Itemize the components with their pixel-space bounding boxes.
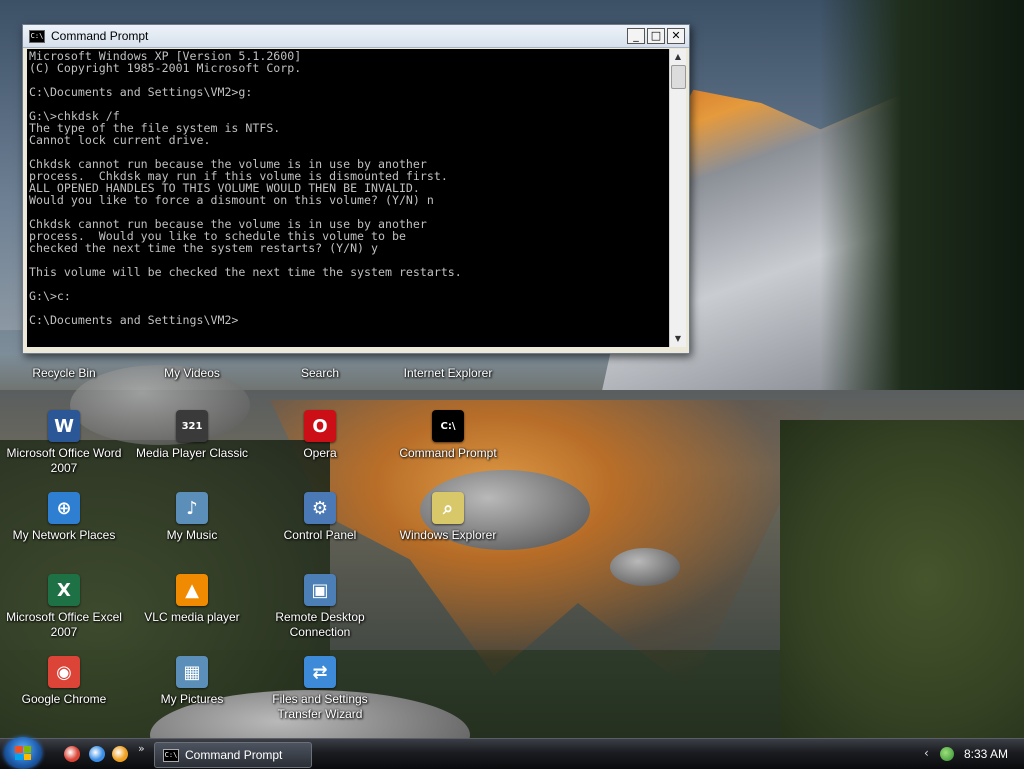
wallpaper-forest (820, 0, 1024, 420)
network-status-icon[interactable] (940, 747, 954, 761)
desktop-icon-my-pictures[interactable]: ▦ My Pictures (128, 656, 256, 707)
windows-logo-icon (15, 746, 31, 760)
recycle-bin-label[interactable]: Recycle Bin (0, 366, 128, 381)
desktop-icon-label: My Music (166, 528, 218, 542)
taskbar-item-label: Command Prompt (185, 748, 283, 762)
system-tray: ‹ 8:33 AM (920, 739, 1024, 769)
desktop-icon-label: Google Chrome (21, 692, 107, 706)
desktop-icon-windows-explorer[interactable]: ⌕ Windows Explorer (384, 492, 512, 543)
command-prompt-icon: C:\ (432, 410, 464, 442)
desktop-icon-label: Microsoft Office Excel 2007 (6, 610, 122, 639)
my-videos-label[interactable]: My Videos (128, 366, 256, 381)
start-button[interactable] (4, 737, 42, 769)
desktop-icon-label: Control Panel (283, 528, 357, 542)
chrome-quicklaunch-icon[interactable] (64, 746, 80, 762)
desktop-icon-label: Microsoft Office Word 2007 (6, 446, 122, 475)
desktop-icon-label: Remote Desktop Connection (275, 610, 365, 639)
ie-quicklaunch-icon[interactable] (89, 746, 105, 762)
vlc-icon: ▲ (176, 574, 208, 606)
taskbar-item-command-prompt[interactable]: C:\ Command Prompt (154, 742, 312, 768)
desktop-icon-google-chrome[interactable]: ◉ Google Chrome (0, 656, 128, 707)
desktop-icon-label: Command Prompt (399, 446, 497, 460)
wallpaper-rock (610, 548, 680, 586)
desktop-icon-label: Files and Settings Transfer Wizard (272, 692, 368, 721)
scroll-thumb[interactable] (671, 65, 686, 89)
control-panel-icon: ⚙ (304, 492, 336, 524)
desktop-icon-label: My Pictures (160, 692, 224, 706)
desktop-icon-label: Windows Explorer (399, 528, 497, 542)
desktop-icon-my-music[interactable]: ♪ My Music (128, 492, 256, 543)
command-prompt-icon: C:\ (163, 748, 179, 762)
desktop-icon-media-player-classic[interactable]: 321 Media Player Classic (128, 410, 256, 461)
desktop-icon-vlc-media-player[interactable]: ▲ VLC media player (128, 574, 256, 625)
desktop-icon-opera[interactable]: O Opera (256, 410, 384, 461)
remote-desktop-icon: ▣ (304, 574, 336, 606)
quick-launch-more-button[interactable]: » (138, 742, 145, 755)
desktop-icon-label: Media Player Classic (135, 446, 249, 460)
wallpaper-grass-right (780, 420, 1024, 738)
transfer-wizard-icon: ⇄ (304, 656, 336, 688)
window-title: Command Prompt (51, 29, 149, 43)
show-hidden-icons-button[interactable]: ‹ (924, 746, 929, 760)
scroll-up-arrow-icon[interactable]: ▲ (670, 49, 686, 65)
opera-icon: O (304, 410, 336, 442)
desktop-icon-label: Opera (303, 446, 337, 460)
desktop[interactable]: Recycle Bin My Videos Search Internet Ex… (0, 0, 1024, 738)
windows-explorer-icon: ⌕ (432, 492, 464, 524)
internet-explorer-label[interactable]: Internet Explorer (384, 366, 512, 381)
taskbar: » C:\ Command Prompt ‹ 8:33 AM (0, 737, 1024, 769)
excel-icon: X (48, 574, 80, 606)
desktop-icon-remote-desktop-connection[interactable]: ▣ Remote Desktop Connection (256, 574, 384, 640)
console-text: Microsoft Windows XP [Version 5.1.2600] … (29, 49, 462, 327)
pictures-folder-icon: ▦ (176, 656, 208, 688)
desktop-icon-control-panel[interactable]: ⚙ Control Panel (256, 492, 384, 543)
close-button[interactable]: ✕ (667, 28, 685, 44)
minimize-button[interactable]: _ (627, 28, 645, 44)
desktop-icon-label: VLC media player (144, 610, 240, 624)
desktop-icon-label: My Network Places (12, 528, 116, 542)
maximize-button[interactable]: □ (647, 28, 665, 44)
console-output[interactable]: Microsoft Windows XP [Version 5.1.2600] … (27, 49, 669, 347)
media-player-classic-icon: 321 (176, 410, 208, 442)
search-label[interactable]: Search (256, 366, 384, 381)
window-titlebar[interactable]: C:\ Command Prompt _ □ ✕ (23, 25, 689, 48)
network-places-icon: ⊕ (48, 492, 80, 524)
chrome-icon: ◉ (48, 656, 80, 688)
vertical-scrollbar[interactable]: ▲ ▼ (669, 49, 686, 347)
media-quicklaunch-icon[interactable] (112, 746, 128, 762)
desktop-icon-microsoft-office-word-2007[interactable]: W Microsoft Office Word 2007 (0, 410, 128, 476)
word-icon: W (48, 410, 80, 442)
command-prompt-window[interactable]: C:\ Command Prompt _ □ ✕ Microsoft Windo… (22, 24, 690, 354)
clock[interactable]: 8:33 AM (964, 747, 1008, 761)
scroll-down-arrow-icon[interactable]: ▼ (670, 331, 686, 347)
music-folder-icon: ♪ (176, 492, 208, 524)
desktop-icon-files-and-settings-transfer-wizard[interactable]: ⇄ Files and Settings Transfer Wizard (256, 656, 384, 722)
desktop-icon-command-prompt[interactable]: C:\ Command Prompt (384, 410, 512, 461)
desktop-icon-my-network-places[interactable]: ⊕ My Network Places (0, 492, 128, 543)
desktop-icon-microsoft-office-excel-2007[interactable]: X Microsoft Office Excel 2007 (0, 574, 128, 640)
command-prompt-icon: C:\ (29, 29, 45, 43)
